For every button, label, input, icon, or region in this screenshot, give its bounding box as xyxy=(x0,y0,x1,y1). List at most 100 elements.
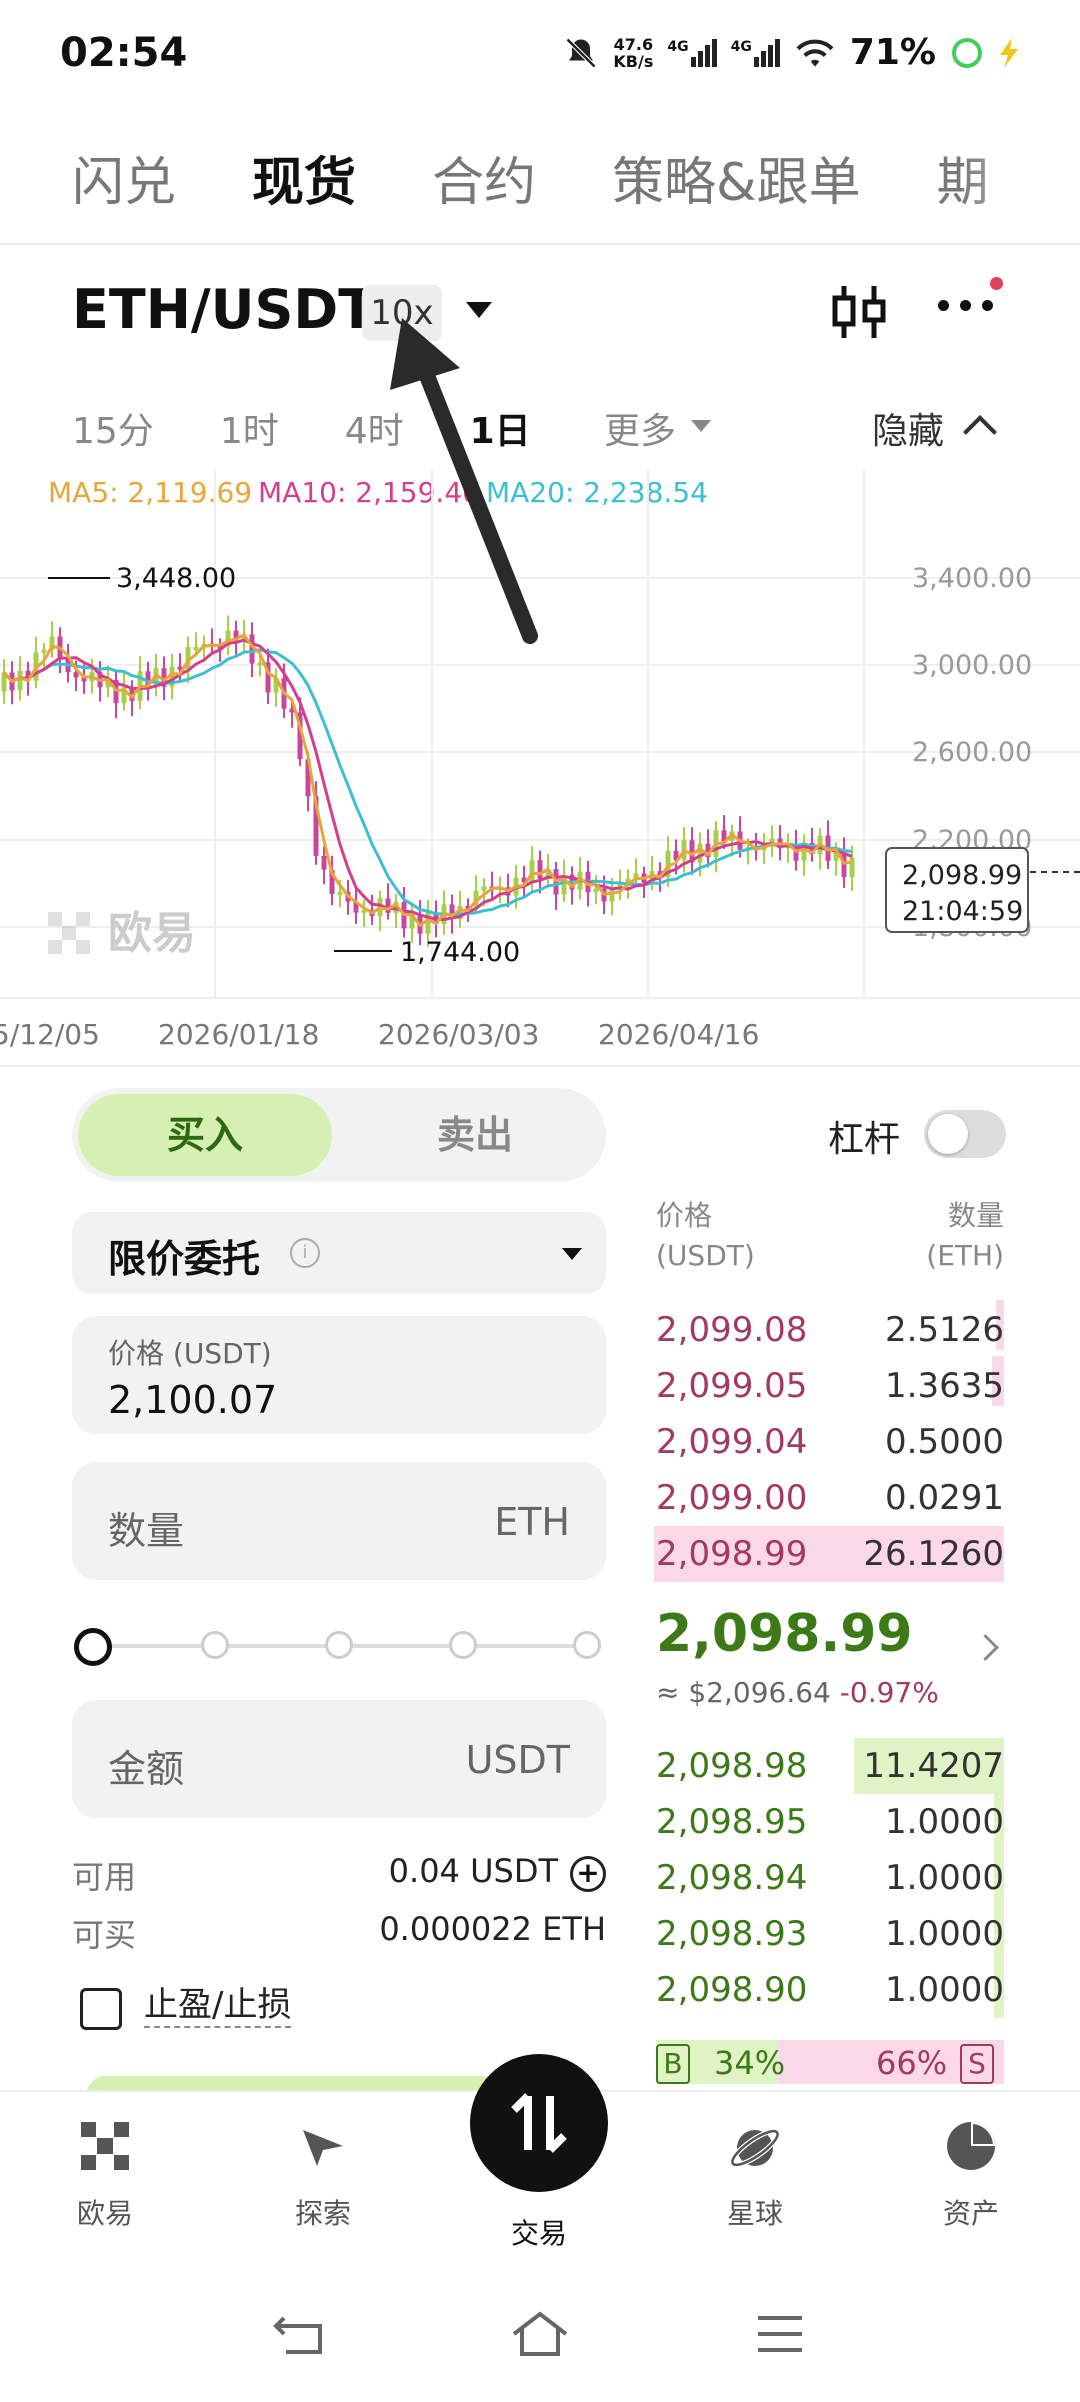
slider-step-25[interactable] xyxy=(201,1631,229,1659)
add-funds-icon[interactable]: + xyxy=(570,1856,606,1892)
candle-body xyxy=(337,892,343,896)
last-price-label: 2,098.99 xyxy=(902,860,1022,891)
watermark-logo-icon xyxy=(48,912,90,954)
chevron-up-icon[interactable] xyxy=(963,415,997,449)
x-tick: 2026/03/03 xyxy=(378,1018,539,1051)
pie-chart-icon xyxy=(947,2122,995,2170)
pair-symbol[interactable]: ETH/USDT xyxy=(72,278,375,341)
candle-body xyxy=(321,855,327,870)
charging-bolt-icon xyxy=(1000,37,1018,68)
bid-qty: 1.0000 xyxy=(885,1802,1004,1842)
nav-trade-label[interactable]: 交易 xyxy=(464,2212,614,2252)
back-icon[interactable] xyxy=(270,2310,330,2358)
buy-ratio-tag: B xyxy=(656,2044,690,2084)
planet-icon xyxy=(729,2128,781,2168)
ask-price[interactable]: 2,098.99 xyxy=(656,1534,807,1574)
tab-flash-swap[interactable]: 闪兑 xyxy=(72,140,176,215)
bid-price[interactable]: 2,098.93 xyxy=(656,1914,807,1954)
slider-step-100[interactable] xyxy=(573,1631,601,1659)
ma5-line xyxy=(2,633,853,928)
buyable-label: 可买 xyxy=(72,1916,137,1954)
tab-futures[interactable]: 合约 xyxy=(432,140,536,215)
bid-price[interactable]: 2,098.98 xyxy=(656,1746,807,1786)
status-icons: 47.6 KB/s 4G 4G 71% xyxy=(563,32,1020,73)
x-tick: 2026/01/18 xyxy=(158,1018,319,1051)
status-time: 02:54 xyxy=(60,30,188,76)
nav-trade-button[interactable] xyxy=(470,2054,608,2192)
price-field-label: 价格 (USDT) xyxy=(108,1337,272,1370)
hide-chart-button[interactable]: 隐藏 xyxy=(872,402,944,454)
ask-qty: 0.0291 xyxy=(885,1478,1004,1518)
candle-body xyxy=(849,857,855,878)
toggle-knob[interactable] xyxy=(928,1114,968,1154)
nav-explore[interactable]: 探索 xyxy=(248,2120,398,2232)
tabs-fade xyxy=(960,120,1080,220)
amount-placeholder[interactable]: 金额 xyxy=(108,1738,184,1793)
more-options-icon[interactable] xyxy=(938,300,993,311)
candle-body xyxy=(481,886,487,891)
price-input[interactable]: 2,100.07 xyxy=(108,1378,277,1422)
interval-more[interactable]: 更多 xyxy=(604,402,676,454)
x-tick: 5/12/05 xyxy=(0,1018,100,1051)
tab-strategy[interactable]: 策略&跟单 xyxy=(612,140,861,215)
buyable-value: 0.000022 ETH xyxy=(379,1910,606,1948)
candle-body xyxy=(537,860,543,879)
ask-qty: 1.3635 xyxy=(885,1366,1004,1406)
info-icon[interactable]: i xyxy=(290,1238,320,1268)
candle-body xyxy=(257,662,263,666)
nav-planet[interactable]: 星球 xyxy=(680,2120,830,2232)
available-value: 0.04 USDT xyxy=(388,1852,558,1890)
last-trade-price: 2,098.99 xyxy=(656,1604,913,1664)
amount-unit: USDT xyxy=(465,1738,570,1782)
ask-qty: 2.5126 xyxy=(885,1310,1004,1350)
battery-percent: 71% xyxy=(849,32,936,73)
compass-icon xyxy=(303,2130,343,2166)
tab-spot[interactable]: 现货 xyxy=(252,140,356,215)
bid-price[interactable]: 2,098.94 xyxy=(656,1858,807,1898)
wifi-icon xyxy=(796,39,834,67)
ask-price[interactable]: 2,099.04 xyxy=(656,1422,807,1462)
chevron-right-icon[interactable] xyxy=(972,1634,999,1661)
bid-qty: 1.0000 xyxy=(885,1914,1004,1954)
ob-price-header: 价格 (USDT) xyxy=(656,1199,755,1272)
chevron-down-icon[interactable] xyxy=(562,1248,582,1260)
candle-body xyxy=(385,898,391,913)
slider-step-50[interactable] xyxy=(325,1631,353,1659)
sell-tab[interactable]: 卖出 xyxy=(350,1094,600,1176)
x-tick: 2026/04/16 xyxy=(598,1018,759,1051)
pair-dropdown-icon[interactable] xyxy=(466,302,492,318)
slider-step-75[interactable] xyxy=(449,1631,477,1659)
quantity-unit: ETH xyxy=(494,1500,570,1544)
slider-handle[interactable] xyxy=(74,1628,112,1666)
order-type-label[interactable]: 限价委托 xyxy=(108,1228,260,1283)
sell-ratio: 66% xyxy=(876,2044,948,2082)
bid-qty: 1.0000 xyxy=(885,1858,1004,1898)
top-tabs: 闪兑 现货 合约 策略&跟单 期 xyxy=(72,140,1065,215)
bid-price[interactable]: 2,098.95 xyxy=(656,1802,807,1842)
battery-ring-icon xyxy=(952,37,982,68)
bid-price[interactable]: 2,098.90 xyxy=(656,1970,807,2010)
interval-15m[interactable]: 15分 xyxy=(72,402,154,454)
sell-ratio-tag: S xyxy=(960,2044,994,2084)
ask-price[interactable]: 2,099.08 xyxy=(656,1310,807,1350)
bid-qty: 1.0000 xyxy=(885,1970,1004,2010)
ask-price[interactable]: 2,099.00 xyxy=(656,1478,807,1518)
signal-icon-1: 4G xyxy=(667,38,717,67)
nav-okx[interactable]: 欧易 xyxy=(30,2120,180,2232)
price-change: -0.97% xyxy=(839,1676,939,1709)
ask-price[interactable]: 2,099.05 xyxy=(656,1366,807,1406)
candlestick-chart-icon[interactable] xyxy=(830,282,890,342)
quantity-placeholder[interactable]: 数量 xyxy=(108,1500,184,1555)
ask-qty: 0.5000 xyxy=(885,1422,1004,1462)
nav-assets[interactable]: 资产 xyxy=(896,2120,1046,2232)
interval-1h[interactable]: 1时 xyxy=(220,402,279,454)
home-icon[interactable] xyxy=(510,2310,570,2358)
tpsl-checkbox[interactable] xyxy=(80,1988,122,2030)
net-speed: 47.6 KB/s xyxy=(613,34,654,71)
menu-icon[interactable] xyxy=(752,2310,808,2358)
high-label: 3,448.00 xyxy=(116,563,236,594)
buy-tab[interactable]: 买入 xyxy=(78,1094,332,1176)
candle-body xyxy=(193,647,199,651)
last-trade-usd: ≈ $2,096.64 -0.97% xyxy=(656,1676,939,1709)
tpsl-label[interactable]: 止盈/止损 xyxy=(144,1984,292,2028)
